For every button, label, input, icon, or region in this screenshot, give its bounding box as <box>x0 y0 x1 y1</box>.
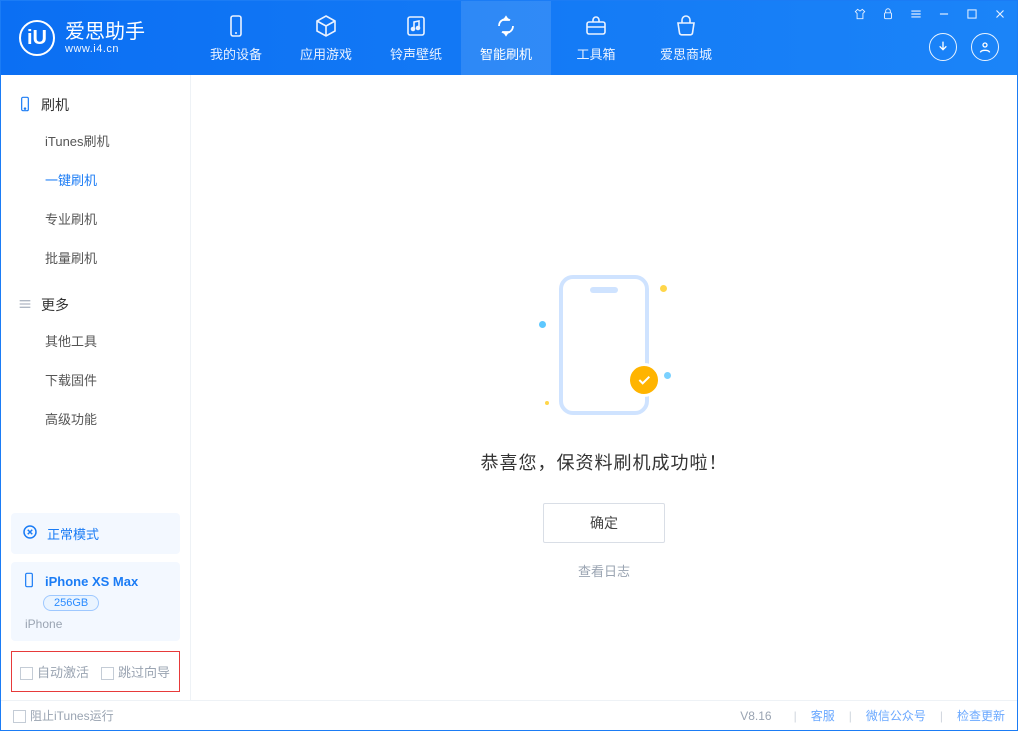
cube-icon <box>314 14 338 38</box>
logo-subtext: www.i4.cn <box>65 43 145 55</box>
nav-tab-label: 智能刷机 <box>480 44 532 63</box>
bottom-options: 自动激活 跳过向导 <box>11 651 180 692</box>
nav-tab-label: 应用游戏 <box>300 44 352 63</box>
mode-card[interactable]: 正常模式 <box>11 513 180 554</box>
nav-tab-ringtones[interactable]: 铃声壁纸 <box>371 1 461 75</box>
sidebar-item-advanced[interactable]: 高级功能 <box>11 399 180 438</box>
sidebar: 刷机 iTunes刷机 一键刷机 专业刷机 批量刷机 更多 其他工具 下载固件 … <box>1 75 191 700</box>
nav-tab-apps[interactable]: 应用游戏 <box>281 1 371 75</box>
success-message: 恭喜您，保资料刷机成功啦！ <box>481 449 728 475</box>
sidebar-item-itunes-flash[interactable]: iTunes刷机 <box>11 121 180 160</box>
list-icon <box>17 296 33 315</box>
nav-tab-device[interactable]: 我的设备 <box>191 1 281 75</box>
sidebar-item-oneclick-flash[interactable]: 一键刷机 <box>11 160 180 199</box>
nav-tabs: 我的设备 应用游戏 铃声壁纸 智能刷机 工具箱 爱思商城 <box>191 1 731 75</box>
sidebar-item-pro-flash[interactable]: 专业刷机 <box>11 199 180 238</box>
logo-text: 爱思助手 <box>65 21 145 43</box>
version-label: V8.16 <box>740 709 771 723</box>
main-panel: 恭喜您，保资料刷机成功啦！ 确定 查看日志 <box>191 75 1017 700</box>
music-icon <box>404 14 428 38</box>
sidebar-item-other-tools[interactable]: 其他工具 <box>11 321 180 360</box>
body: 刷机 iTunes刷机 一键刷机 专业刷机 批量刷机 更多 其他工具 下载固件 … <box>1 75 1017 700</box>
check-update-link[interactable]: 检查更新 <box>957 707 1005 724</box>
phone-icon <box>17 96 33 115</box>
download-button[interactable] <box>929 33 957 61</box>
topbar: iU 爱思助手 www.i4.cn 我的设备 应用游戏 铃声壁纸 智能刷机 <box>1 1 1017 75</box>
section-title: 刷机 <box>41 95 69 115</box>
device-name: iPhone XS Max <box>45 574 138 589</box>
menu-icon[interactable] <box>907 5 925 23</box>
device-type: iPhone <box>25 617 170 631</box>
block-itunes-checkbox[interactable]: 阻止iTunes运行 <box>13 707 114 724</box>
section-flash: 刷机 <box>11 89 180 121</box>
mode-label: 正常模式 <box>47 524 99 543</box>
toolbox-icon <box>584 14 608 38</box>
success-illustration <box>559 275 649 415</box>
nav-tab-label: 铃声壁纸 <box>390 44 442 63</box>
device-capacity: 256GB <box>43 595 99 611</box>
nav-tab-label: 工具箱 <box>576 44 615 63</box>
nav-tab-flash[interactable]: 智能刷机 <box>461 1 551 75</box>
window-controls <box>851 5 1009 23</box>
wechat-link[interactable]: 微信公众号 <box>866 707 926 724</box>
header-actions <box>929 33 999 61</box>
nav-tab-store[interactable]: 爱思商城 <box>641 1 731 75</box>
refresh-icon <box>494 14 518 38</box>
normal-mode-icon <box>21 523 39 544</box>
logo-mark: iU <box>19 20 55 56</box>
maximize-button[interactable] <box>963 5 981 23</box>
section-title: 更多 <box>41 295 69 315</box>
cart-icon <box>674 14 698 38</box>
minimize-button[interactable] <box>935 5 953 23</box>
logo: iU 爱思助手 www.i4.cn <box>1 1 191 75</box>
lock-icon[interactable] <box>879 5 897 23</box>
device-phone-icon <box>21 572 37 591</box>
sidebar-item-batch-flash[interactable]: 批量刷机 <box>11 238 180 277</box>
section-more: 更多 <box>11 289 180 321</box>
skip-guide-checkbox[interactable]: 跳过向导 <box>101 662 170 681</box>
nav-tab-label: 我的设备 <box>210 44 262 63</box>
customer-service-link[interactable]: 客服 <box>811 707 835 724</box>
footer: 阻止iTunes运行 V8.16 | 客服 | 微信公众号 | 检查更新 <box>1 700 1017 730</box>
view-log-link[interactable]: 查看日志 <box>578 561 630 580</box>
nav-tab-toolbox[interactable]: 工具箱 <box>551 1 641 75</box>
device-card[interactable]: iPhone XS Max 256GB iPhone <box>11 562 180 641</box>
check-icon <box>627 363 661 397</box>
sidebar-item-download-firmware[interactable]: 下载固件 <box>11 360 180 399</box>
nav-tab-label: 爱思商城 <box>660 44 712 63</box>
device-icon <box>224 14 248 38</box>
close-button[interactable] <box>991 5 1009 23</box>
auto-activate-checkbox[interactable]: 自动激活 <box>20 662 89 681</box>
ok-button[interactable]: 确定 <box>543 503 665 543</box>
account-button[interactable] <box>971 33 999 61</box>
shirt-icon[interactable] <box>851 5 869 23</box>
